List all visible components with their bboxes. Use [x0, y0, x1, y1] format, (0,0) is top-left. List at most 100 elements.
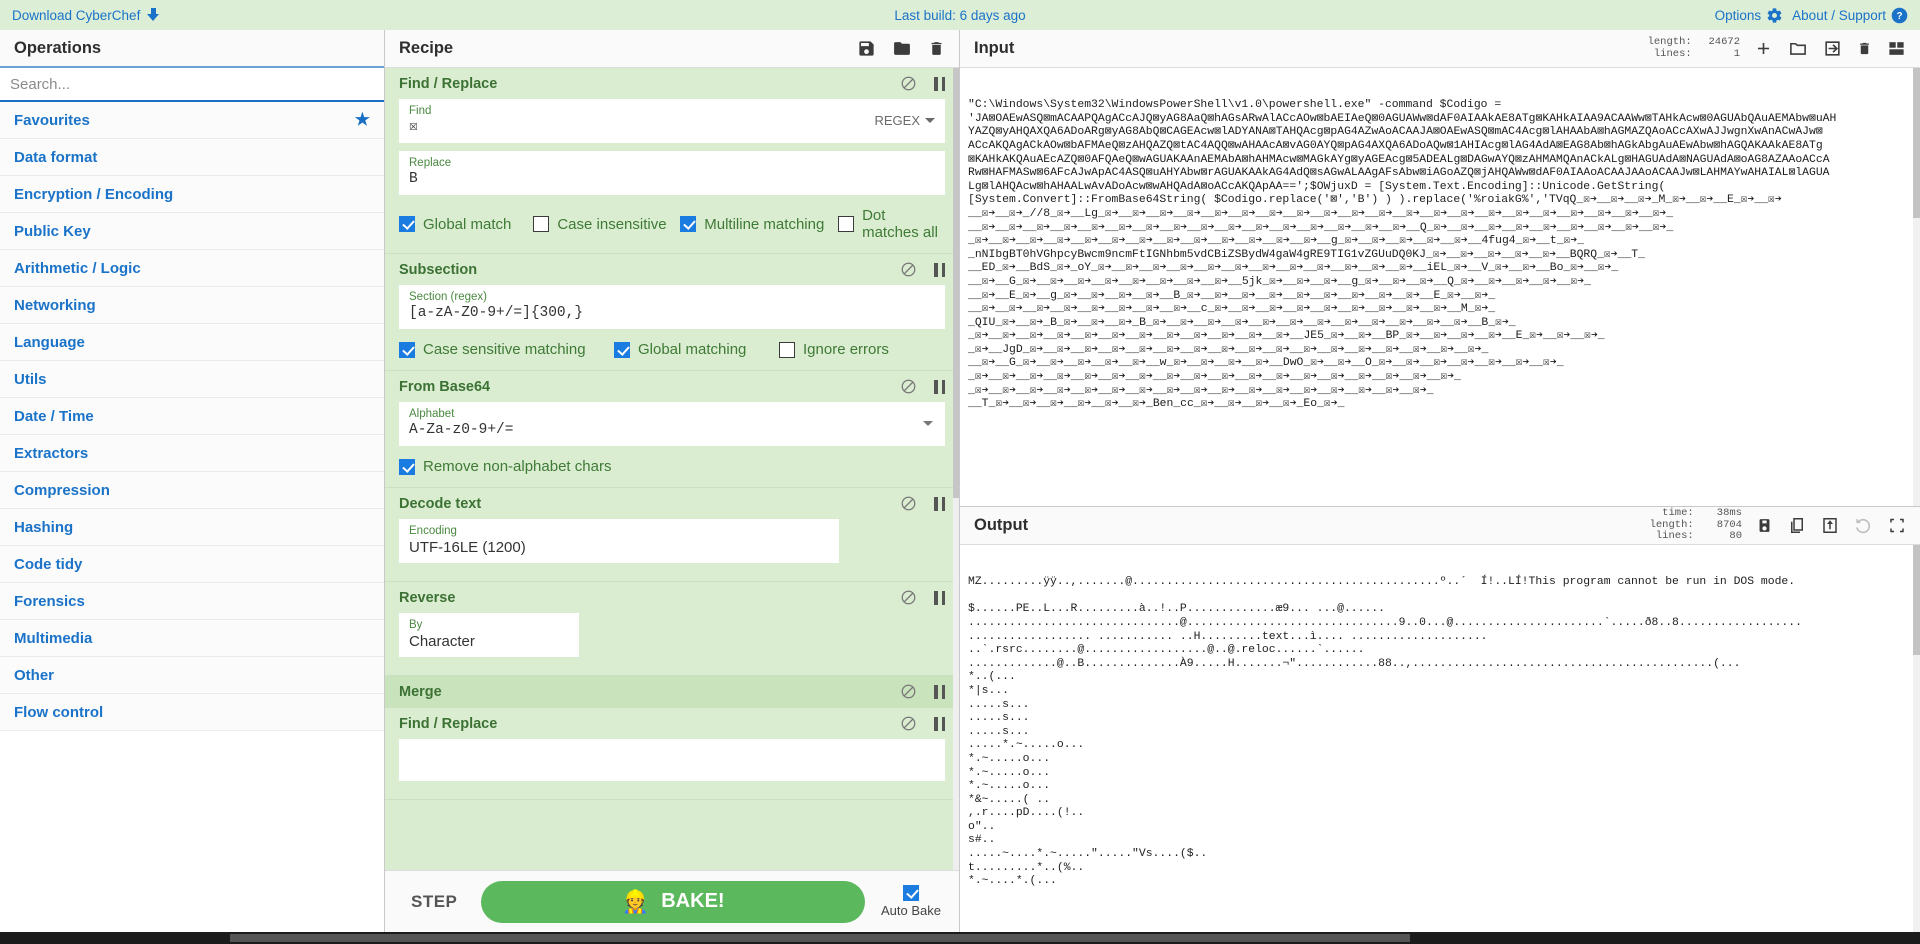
- arg-value: Character: [409, 633, 475, 650]
- sidebar-item-arithmetic-logic[interactable]: Arithmetic / Logic: [0, 250, 384, 287]
- options-button[interactable]: Options: [1715, 7, 1784, 24]
- chevron-down-icon[interactable]: [923, 421, 933, 426]
- sidebar-item-public-key[interactable]: Public Key: [0, 213, 384, 250]
- sidebar-item-favourites[interactable]: Favourites ★: [0, 102, 384, 139]
- output-lines-value: 80: [1729, 530, 1742, 543]
- add-tab-icon[interactable]: [1754, 39, 1773, 58]
- ban-icon[interactable]: [901, 716, 916, 731]
- recipe-op-from-base64[interactable]: From Base64 Alphabet A-Za-z0-9+/= Remove…: [385, 371, 959, 488]
- bake-button[interactable]: 👷 BAKE!: [481, 880, 865, 923]
- checkbox-remove-non-alphabet-chars[interactable]: Remove non-alphabet chars: [399, 458, 611, 475]
- pause-icon[interactable]: [934, 590, 945, 605]
- sidebar-item-hashing[interactable]: Hashing: [0, 509, 384, 546]
- sidebar-item-data-format[interactable]: Data format: [0, 139, 384, 176]
- output-panel: Output time: 38ms length: 8704 lines: 80: [960, 507, 1920, 932]
- pause-icon[interactable]: [934, 76, 945, 91]
- op-title: Subsection: [399, 261, 478, 278]
- sidebar-item-other[interactable]: Other: [0, 657, 384, 694]
- ban-icon[interactable]: [901, 379, 916, 394]
- bottom-scrollbar-thumb[interactable]: [230, 934, 1410, 942]
- output-textarea[interactable]: MZ.........ÿÿ..,.......@................…: [960, 545, 1920, 932]
- sidebar-item-language[interactable]: Language: [0, 324, 384, 361]
- auto-bake-toggle[interactable]: Auto Bake: [881, 885, 941, 918]
- download-icon[interactable]: [146, 7, 161, 23]
- ban-icon[interactable]: [901, 262, 916, 277]
- search-input[interactable]: [0, 68, 384, 102]
- checkbox-ignore-errors[interactable]: Ignore errors: [779, 341, 889, 358]
- checkbox-multiline-matching[interactable]: Multiline matching: [680, 216, 838, 233]
- arg-label: Section (regex): [409, 291, 487, 303]
- checkbox-dot-matches-all[interactable]: Dot matches all: [838, 207, 945, 241]
- download-cyberchef-link[interactable]: Download CyberChef: [12, 8, 140, 23]
- arg-alphabet[interactable]: Alphabet A-Za-z0-9+/=: [399, 402, 945, 446]
- checkbox-case-sensitive-matching[interactable]: Case sensitive matching: [399, 341, 614, 358]
- reset-layout-icon[interactable]: [1887, 39, 1906, 58]
- ban-icon[interactable]: [901, 590, 916, 605]
- folder-icon[interactable]: [892, 39, 912, 58]
- chevron-down-icon: [925, 118, 935, 123]
- pause-icon[interactable]: [934, 496, 945, 511]
- pause-icon[interactable]: [934, 379, 945, 394]
- pause-icon[interactable]: [934, 684, 945, 699]
- copy-output-icon[interactable]: [1788, 516, 1806, 535]
- bottom-scrollbar[interactable]: [0, 932, 1920, 944]
- arg-section-regex[interactable]: Section (regex) [a-zA-Z0-9+/=]{300,}: [399, 285, 945, 329]
- ban-icon[interactable]: [901, 76, 916, 91]
- save-icon[interactable]: [857, 39, 876, 58]
- arg-label: Find: [409, 105, 432, 117]
- recipe-scrollbar-thumb[interactable]: [953, 68, 959, 498]
- arg-encoding[interactable]: Encoding UTF-16LE (1200): [399, 519, 839, 563]
- arg-by[interactable]: By Character: [399, 613, 579, 657]
- sidebar-item-extractors[interactable]: Extractors: [0, 435, 384, 472]
- checkbox-box: [838, 216, 855, 232]
- recipe-op-merge[interactable]: Merge: [385, 676, 959, 708]
- sidebar-item-networking[interactable]: Networking: [0, 287, 384, 324]
- step-button[interactable]: STEP: [403, 892, 465, 912]
- pause-icon[interactable]: [934, 262, 945, 277]
- checkbox-label: Ignore errors: [803, 341, 889, 358]
- save-output-icon[interactable]: [1756, 516, 1773, 535]
- clear-io-icon[interactable]: [1857, 39, 1872, 58]
- pause-icon[interactable]: [934, 716, 945, 731]
- recipe-op-find-replace-2[interactable]: Find / Replace: [385, 708, 959, 800]
- sidebar-item-utils[interactable]: Utils: [0, 361, 384, 398]
- find-type-dropdown[interactable]: REGEX: [874, 113, 935, 128]
- sidebar-item-encryption-encoding[interactable]: Encryption / Encoding: [0, 176, 384, 213]
- input-scrollbar-thumb[interactable]: [1913, 68, 1920, 218]
- output-scrollbar[interactable]: [1913, 545, 1920, 932]
- ban-icon[interactable]: [901, 496, 916, 511]
- about-support-button[interactable]: About / Support ?: [1792, 7, 1908, 24]
- replace-input-icon[interactable]: [1821, 516, 1839, 535]
- open-folder-icon[interactable]: [1788, 39, 1808, 58]
- undo-icon[interactable]: [1854, 516, 1873, 535]
- recipe-op-subsection[interactable]: Subsection Section (regex) [a-zA-Z0-9+/=…: [385, 254, 959, 371]
- op-title: Find / Replace: [399, 75, 498, 92]
- recipe-op-find-replace-1[interactable]: Find / Replace Find ☒ REGEX Replace B Gl…: [385, 68, 959, 254]
- arg-find-2[interactable]: [399, 739, 945, 781]
- output-text-content: MZ.........ÿÿ..,.......@................…: [968, 576, 1802, 888]
- sidebar-item-code-tidy[interactable]: Code tidy: [0, 546, 384, 583]
- input-textarea[interactable]: "C:\Windows\System32\WindowsPowerShell\v…: [960, 68, 1920, 506]
- arg-label: [409, 744, 935, 758]
- open-file-icon[interactable]: [1823, 39, 1842, 58]
- recipe-scrollbar[interactable]: [953, 68, 959, 870]
- sidebar-item-compression[interactable]: Compression: [0, 472, 384, 509]
- checkbox-global-match[interactable]: Global match: [399, 216, 533, 233]
- checkbox-global-matching[interactable]: Global matching: [614, 341, 779, 358]
- sidebar-item-multimedia[interactable]: Multimedia: [0, 620, 384, 657]
- sidebar-item-forensics[interactable]: Forensics: [0, 583, 384, 620]
- arg-label: Replace: [409, 157, 452, 169]
- recipe-op-decode-text[interactable]: Decode text Encoding UTF-16LE (1200): [385, 488, 959, 582]
- recipe-op-reverse[interactable]: Reverse By Character: [385, 582, 959, 676]
- maximise-icon[interactable]: [1888, 516, 1906, 535]
- ban-icon[interactable]: [901, 684, 916, 699]
- input-scrollbar[interactable]: [1913, 68, 1920, 506]
- trash-icon[interactable]: [928, 39, 945, 58]
- checkbox-case-insensitive[interactable]: Case insensitive: [533, 216, 680, 233]
- checkbox-label: Global matching: [638, 341, 747, 358]
- arg-replace[interactable]: Replace B: [399, 151, 945, 195]
- sidebar-item-date-time[interactable]: Date / Time: [0, 398, 384, 435]
- arg-find[interactable]: Find ☒ REGEX: [399, 99, 945, 143]
- sidebar-item-flow-control[interactable]: Flow control: [0, 694, 384, 731]
- output-scrollbar-thumb[interactable]: [1913, 545, 1920, 655]
